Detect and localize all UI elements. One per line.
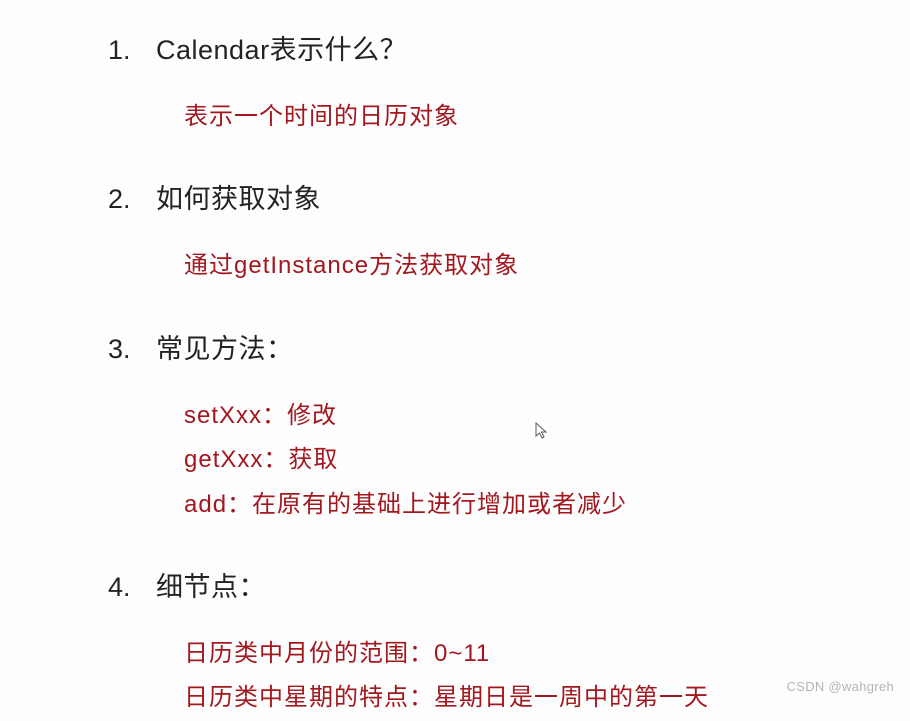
list-item: 3. 常见方法： setXxx：修改 getXxx：获取 add：在原有的基础上… [108,327,910,527]
item-title: 细节点： [156,565,266,604]
item-answers: setXxx：修改 getXxx：获取 add：在原有的基础上进行增加或者减少 [108,394,910,527]
answer-line: add：在原有的基础上进行增加或者减少 [184,483,910,527]
item-header: 3. 常见方法： [108,327,910,366]
item-header: 1. Calendar表示什么？ [108,28,910,67]
answer-line: setXxx：修改 [184,394,910,438]
item-answers: 表示一个时间的日历对象 [108,95,910,139]
list-item: 2. 如何获取对象 通过getInstance方法获取对象 [108,177,910,288]
item-number: 3. [108,334,156,365]
answer-line: 表示一个时间的日历对象 [184,95,910,139]
item-number: 1. [108,35,156,66]
item-answers: 日历类中月份的范围：0~11 日历类中星期的特点：星期日是一周中的第一天 [108,632,910,721]
list-item: 1. Calendar表示什么？ 表示一个时间的日历对象 [108,28,910,139]
answer-line: getXxx：获取 [184,438,910,482]
answer-line: 日历类中月份的范围：0~11 [184,632,910,676]
document-content: 1. Calendar表示什么？ 表示一个时间的日历对象 2. 如何获取对象 通… [0,0,910,721]
watermark: CSDN @wahgreh [787,679,894,694]
item-title: 如何获取对象 [156,177,321,216]
answer-line: 通过getInstance方法获取对象 [184,244,910,288]
item-title: Calendar表示什么？ [156,28,407,67]
item-header: 4. 细节点： [108,565,910,604]
item-number: 2. [108,184,156,215]
list-item: 4. 细节点： 日历类中月份的范围：0~11 日历类中星期的特点：星期日是一周中… [108,565,910,721]
item-answers: 通过getInstance方法获取对象 [108,244,910,288]
item-number: 4. [108,572,156,603]
item-header: 2. 如何获取对象 [108,177,910,216]
item-title: 常见方法： [156,327,294,366]
